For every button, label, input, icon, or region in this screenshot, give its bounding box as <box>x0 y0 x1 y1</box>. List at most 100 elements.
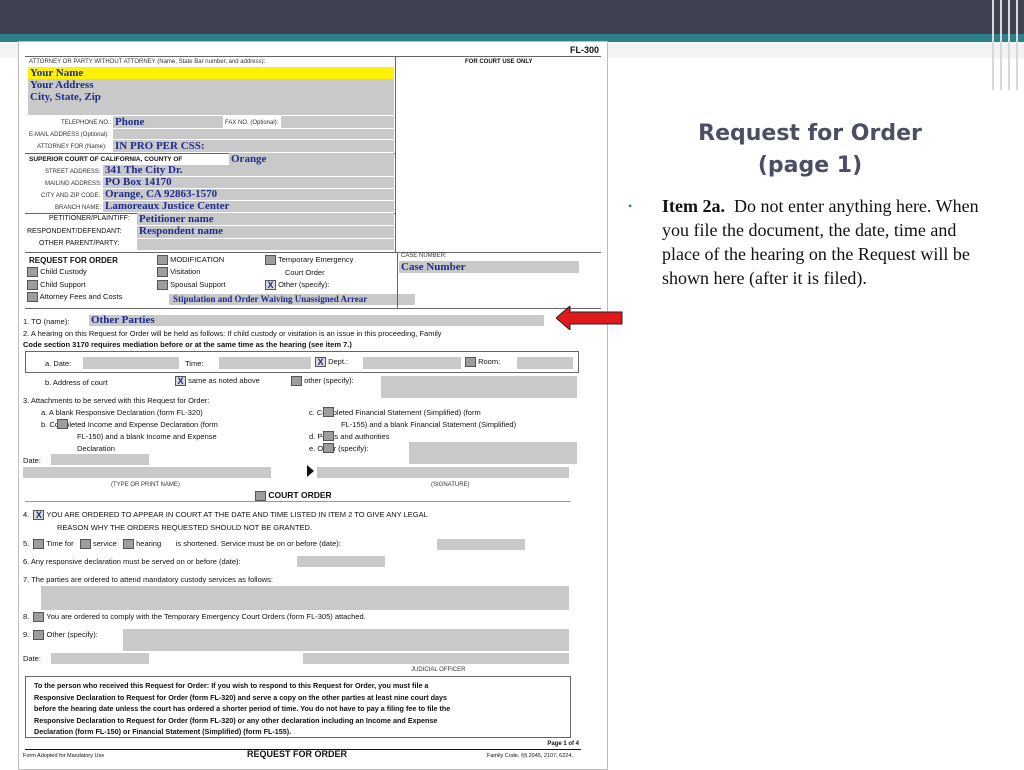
room-field[interactable] <box>517 357 573 369</box>
checkbox[interactable] <box>323 431 334 441</box>
mailing-label: MAILING ADDRESS: <box>45 181 102 187</box>
item8: You are ordered to comply with the Tempo… <box>46 612 366 621</box>
child-custody-label: Child Custody <box>40 267 87 276</box>
checkbox[interactable] <box>465 357 476 368</box>
checkbox-checked[interactable]: X <box>315 357 326 368</box>
sign-here-arrow-icon <box>307 465 314 477</box>
notice-line3: before the hearing date unless the court… <box>34 704 451 713</box>
item7: 7. The parties are ordered to attend man… <box>23 575 273 584</box>
hearing-date-field[interactable] <box>83 357 179 369</box>
slide-title-line1: Request for Order <box>698 121 922 146</box>
checkbox-checked[interactable]: X <box>33 510 45 521</box>
bullet-dot-icon: • <box>628 199 633 213</box>
slide-title-line2: (page 1) <box>757 153 863 178</box>
court-order-label: Court Order <box>285 268 325 277</box>
phone: Phone <box>115 116 145 128</box>
checkbox[interactable] <box>33 612 45 623</box>
court-use-label: FOR COURT USE ONLY <box>465 59 533 65</box>
signature-label: (SIGNATURE) <box>431 482 470 488</box>
checkbox[interactable] <box>33 630 45 641</box>
other-value: Stipulation and Order Waiving Unassigned… <box>173 294 368 304</box>
dept-label: Dept.: <box>328 357 349 366</box>
checkbox-checked[interactable]: X <box>175 376 186 387</box>
checkbox[interactable] <box>27 280 38 291</box>
modification-label: MODIFICATION <box>170 255 225 264</box>
temp-emergency-label: Temporary Emergency <box>277 255 354 264</box>
petitioner-label: PETITIONER/PLAINTIFF: <box>49 215 130 222</box>
slide-title: Request for Order (page 1) <box>640 118 980 182</box>
item7-field <box>41 586 569 610</box>
item3a: a. A blank Responsive Declaration (form … <box>41 408 203 417</box>
checkbox-checked[interactable]: X <box>265 280 276 291</box>
checkbox[interactable] <box>33 539 45 550</box>
notice-line2: Responsive Declaration to Request for Or… <box>34 692 447 702</box>
checkbox[interactable] <box>57 419 68 429</box>
bullet-item: • Item 2a. Do not enter anything here. W… <box>628 194 982 290</box>
type-or-print-label: (TYPE OR PRINT NAME) <box>111 482 180 488</box>
checkbox[interactable] <box>291 376 302 387</box>
sign-date-field <box>51 454 149 465</box>
your-address: Your Address <box>30 79 94 91</box>
item3e: e. Other (specify): <box>309 444 369 453</box>
item5-rest: is shortened. Service must be on or befo… <box>175 539 341 548</box>
checkbox[interactable] <box>27 292 38 303</box>
checkbox[interactable] <box>157 255 168 266</box>
item3c1: c. Completed Financial Statement (Simpli… <box>309 408 481 417</box>
email-field <box>113 129 394 139</box>
fl300-form-image: FL-300 ATTORNEY OR PARTY WITHOUT ATTORNE… <box>18 41 608 770</box>
other-parent-field <box>137 239 394 250</box>
street: 341 The City Dr. <box>105 164 183 176</box>
item9-field <box>123 629 569 651</box>
date-label: a. Date: <box>45 359 72 368</box>
divider <box>25 308 601 309</box>
red-arrow-icon <box>556 306 623 330</box>
checkbox[interactable] <box>323 443 334 453</box>
checkbox[interactable] <box>255 490 266 501</box>
footer-right: Family Code, §§ 2045, 2107, 6224, <box>487 753 573 759</box>
checkbox[interactable] <box>79 539 91 550</box>
footer-left: Form Adopted for Mandatory Use <box>23 753 105 759</box>
county: Orange <box>231 153 267 165</box>
city-state-zip: City, State, Zip <box>30 91 101 103</box>
item5-hearing: hearing <box>136 539 162 548</box>
respondent-label: RESPONDENT/DEFENDANT: <box>27 228 122 235</box>
page-of: Page 1 of 4 <box>547 741 579 747</box>
dept-field[interactable] <box>363 357 461 369</box>
checkbox[interactable] <box>123 539 135 550</box>
item2-text2: Code section 3170 requires mediation bef… <box>23 340 352 349</box>
other-specify2-label: other (specify): <box>304 376 354 385</box>
form-code: FL-300 <box>569 45 599 55</box>
same-as-above-label: same as noted above <box>188 376 260 385</box>
checkbox[interactable] <box>323 407 334 417</box>
case-number-label: CASE NUMBER: <box>401 253 447 259</box>
attorney-fees-label: Attorney Fees and Costs <box>39 292 123 301</box>
divider <box>395 56 396 253</box>
date-label3: Date: <box>23 654 41 663</box>
checkbox[interactable] <box>265 255 276 266</box>
time-label: Time: <box>185 359 204 368</box>
notice-box: To the person who received this Request … <box>25 676 571 738</box>
other-specify-label: Other (specify): <box>278 280 330 289</box>
hearing-time-field[interactable] <box>219 357 311 369</box>
address-label: b. Address of court <box>45 378 108 387</box>
item1-label: 1. TO (name): <box>23 317 70 326</box>
item9: Other (specify): <box>46 630 98 639</box>
print-name-field <box>23 467 271 478</box>
judicial-officer-label: JUDICIAL OFFICER <box>411 667 466 673</box>
petitioner: Petitioner name <box>139 213 214 225</box>
divider <box>25 56 601 57</box>
item5-time: Time for <box>46 539 74 548</box>
fax-field <box>281 116 394 128</box>
item3b3: Declaration <box>77 444 115 453</box>
spousal-support-label: Spousal Support <box>170 280 226 289</box>
bullet-bold-label: Item 2a. <box>662 196 725 216</box>
checkbox[interactable] <box>27 267 38 278</box>
room-label: Room: <box>478 357 501 366</box>
other-parent-label: OTHER PARENT/PARTY: <box>39 240 120 247</box>
checkbox[interactable] <box>157 267 168 278</box>
checkbox[interactable] <box>157 280 168 291</box>
item3b2: FL-150) and a blank Income and Expense <box>77 432 217 441</box>
item3c2: FL-155) and a blank Financial Statement … <box>341 420 517 429</box>
slide-header-bar <box>0 0 1024 34</box>
request-title: REQUEST FOR ORDER <box>29 256 118 265</box>
